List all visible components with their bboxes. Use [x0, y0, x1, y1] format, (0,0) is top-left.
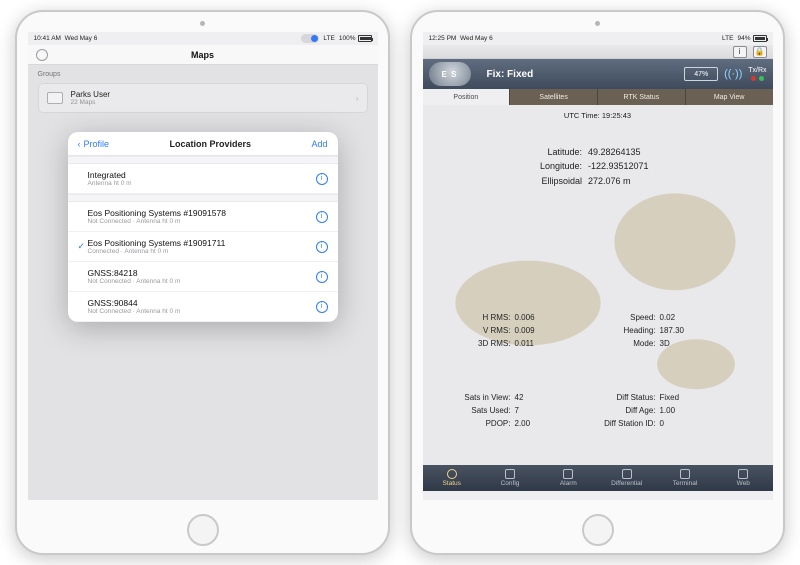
info-icon[interactable]: i: [316, 241, 328, 253]
provider-title: Eos Positioning Systems #19091578: [88, 208, 316, 218]
home-button[interactable]: [187, 514, 219, 546]
provider-subtitle: Not Connected · Antenna ht 0 m: [88, 278, 316, 285]
screen-left: 10:41 AM Wed May 6 LTE 100% Maps Groups …: [28, 32, 378, 500]
metric-pair: Sats Used:7: [453, 406, 598, 415]
provider-subtitle: Not Connected · Antenna ht 0 m: [88, 218, 316, 225]
metric-pair: Diff Age:1.00: [598, 406, 743, 415]
profile-icon[interactable]: [36, 49, 48, 61]
coordinates: Latitude:49.28264135 Longitude:-122.9351…: [423, 145, 773, 188]
alarm-icon: [563, 469, 573, 479]
txrx-indicator: Tx/Rx: [748, 67, 766, 81]
status-time: 10:41 AM Wed May 6: [34, 35, 98, 42]
metric-pair: Heading:187.30: [598, 326, 743, 335]
tab-position[interactable]: Position: [423, 89, 511, 105]
home-button[interactable]: [582, 514, 614, 546]
modal-header: ‹ Profile Location Providers Add: [68, 132, 338, 156]
provider-section-external: ✓Eos Positioning Systems #19091578Not Co…: [68, 202, 338, 322]
bluetooth-icon: ((·)): [724, 65, 742, 83]
provider-title: Eos Positioning Systems #19091711: [88, 238, 316, 248]
metric-pair: Speed:0.02: [598, 313, 743, 322]
differential-icon: [622, 469, 632, 479]
provider-title: Integrated: [88, 170, 316, 180]
provider-subtitle: Antenna ht 0 m: [88, 180, 316, 187]
provider-title: GNSS:90844: [88, 298, 316, 308]
metric-pair: 3D RMS:0.011: [453, 339, 598, 348]
bottom-nav: StatusConfigAlarmDifferentialTerminalWeb: [423, 465, 773, 491]
metric-pair: Diff Status:Fixed: [598, 393, 743, 402]
info-icon[interactable]: i: [316, 173, 328, 185]
nav-alarm[interactable]: Alarm: [539, 465, 597, 491]
carrier-label: LTE: [323, 35, 334, 42]
info-button[interactable]: i: [733, 46, 747, 58]
terminal-icon: [680, 469, 690, 479]
device-battery: 47%: [684, 67, 718, 81]
metric-pair: H RMS:0.006: [453, 313, 598, 322]
back-button[interactable]: ‹ Profile: [78, 139, 110, 149]
nav-terminal[interactable]: Terminal: [656, 465, 714, 491]
location-providers-modal: ‹ Profile Location Providers Add ✓Integr…: [68, 132, 338, 322]
checkmark-icon: ✓: [78, 241, 88, 252]
nav-title: Maps: [191, 50, 214, 60]
camera-dot: [200, 21, 205, 26]
provider-row[interactable]: ✓GNSS:90844Not Connected · Antenna ht 0 …: [68, 292, 338, 322]
metrics-block-2: Sats in View:42Sats Used:7PDOP:2.00Diff …: [453, 393, 743, 428]
eos-logo: E S: [429, 62, 471, 86]
provider-row[interactable]: ✓Eos Positioning Systems #19091711Connec…: [68, 232, 338, 262]
metric-pair: V RMS:0.009: [453, 326, 598, 335]
provider-subtitle: Connected · Antenna ht 0 m: [88, 248, 316, 255]
status-icon: [447, 469, 457, 479]
ipad-right: 12:25 PM Wed May 6 LTE 94% i 🔒 E S Fix: …: [410, 10, 785, 555]
provider-row[interactable]: ✓IntegratedAntenna ht 0 mi: [68, 164, 338, 194]
position-panel: UTC Time: 19:25:43 Latitude:49.28264135 …: [423, 105, 773, 465]
status-time: 12:25 PM Wed May 6: [429, 35, 493, 42]
add-button[interactable]: Add: [311, 139, 327, 149]
metric-pair: Sats in View:42: [453, 393, 598, 402]
provider-row[interactable]: ✓GNSS:84218Not Connected · Antenna ht 0 …: [68, 262, 338, 292]
status-strip: E S Fix: Fixed 47% ((·)) Tx/Rx: [423, 59, 773, 89]
info-icon[interactable]: i: [316, 301, 328, 313]
ios-statusbar: 10:41 AM Wed May 6 LTE 100%: [28, 32, 378, 45]
battery-icon: 100%: [339, 35, 372, 42]
lock-button[interactable]: 🔒: [753, 46, 767, 58]
config-icon: [505, 469, 515, 479]
metric-pair: Mode:3D: [598, 339, 743, 348]
provider-section-integrated: ✓IntegratedAntenna ht 0 mi: [68, 164, 338, 194]
nav-differential[interactable]: Differential: [597, 465, 655, 491]
battery-icon: 94%: [737, 35, 766, 42]
provider-subtitle: Not Connected · Antenna ht 0 m: [88, 308, 316, 315]
ios-statusbar: 12:25 PM Wed May 6 LTE 94%: [423, 32, 773, 45]
metric-pair: PDOP:2.00: [453, 419, 598, 428]
info-icon[interactable]: i: [316, 271, 328, 283]
provider-row[interactable]: ✓Eos Positioning Systems #19091578Not Co…: [68, 202, 338, 232]
toggle-icon: [301, 34, 319, 43]
metric-pair: Diff Station ID:0: [598, 419, 743, 428]
web-icon: [738, 469, 748, 479]
carrier-label: LTE: [722, 35, 733, 42]
camera-dot: [595, 21, 600, 26]
modal-title: Location Providers: [169, 139, 251, 149]
nav-status[interactable]: Status: [423, 465, 481, 491]
ipad-left: 10:41 AM Wed May 6 LTE 100% Maps Groups …: [15, 10, 390, 555]
tab-satellites[interactable]: Satellites: [510, 89, 598, 105]
provider-title: GNSS:84218: [88, 268, 316, 278]
tab-map-view[interactable]: Map View: [686, 89, 773, 105]
info-icon[interactable]: i: [316, 211, 328, 223]
tab-bar: PositionSatellitesRTK StatusMap View: [423, 89, 773, 105]
navbar: Maps: [28, 45, 378, 65]
app-toolbar: i 🔒: [423, 45, 773, 59]
screen-right: 12:25 PM Wed May 6 LTE 94% i 🔒 E S Fix: …: [423, 32, 773, 500]
utc-time: UTC Time: 19:25:43: [423, 111, 773, 120]
nav-web[interactable]: Web: [714, 465, 772, 491]
fix-status: Fix: Fixed: [487, 69, 534, 80]
metrics-block-1: H RMS:0.006 V RMS:0.009 3D RMS:0.011 Speed:…: [453, 313, 743, 348]
tab-rtk-status[interactable]: RTK Status: [598, 89, 686, 105]
nav-config[interactable]: Config: [481, 465, 539, 491]
